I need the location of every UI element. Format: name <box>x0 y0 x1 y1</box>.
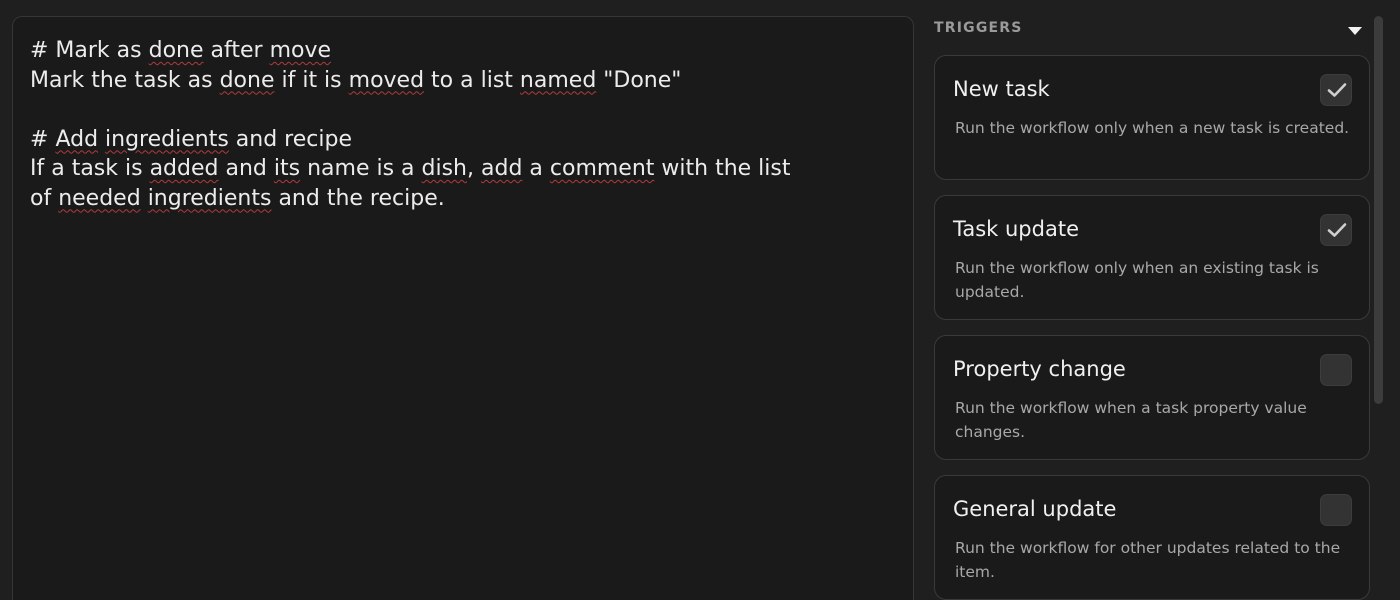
misspelled-word: dish <box>421 156 467 181</box>
trigger-title: New task <box>953 77 1050 101</box>
editor-text: a <box>522 156 550 181</box>
editor-content[interactable]: # Mark as done after move Mark the task a… <box>30 36 896 213</box>
editor-text: # Mark as <box>30 38 149 63</box>
editor-text: Mark the task as <box>30 67 220 93</box>
editor-line: of needed ingredients and the recipe. <box>30 184 896 214</box>
trigger-title: General update <box>953 497 1117 521</box>
editor-line: Mark the task as done if it is moved to … <box>30 66 896 96</box>
misspelled-word: Add <box>55 126 99 152</box>
caret-down-icon[interactable] <box>1348 27 1362 35</box>
trigger-description: Run the workflow only when a new task is… <box>955 119 1350 137</box>
editor-text: If a task is <box>30 156 150 181</box>
trigger-description: Run the workflow only when an existing t… <box>955 259 1319 301</box>
trigger-checkbox[interactable] <box>1320 354 1352 386</box>
misspelled-word: ingredients <box>105 126 229 152</box>
editor-text: and the recipe. <box>271 185 445 211</box>
trigger-checkbox-checked[interactable] <box>1320 74 1352 106</box>
misspelled-word: moved <box>348 67 425 93</box>
misspelled-word: comment <box>549 156 655 181</box>
trigger-card-new-task[interactable]: New task Run the workflow only when a ne… <box>934 55 1370 180</box>
editor-text: if it is <box>274 67 349 93</box>
editor-text: and recipe <box>228 126 352 152</box>
checkmark-icon <box>1327 83 1347 97</box>
scrollbar-thumb[interactable] <box>1374 16 1383 404</box>
misspelled-word: done <box>148 38 204 63</box>
editor-text: of <box>30 185 59 211</box>
misspelled-word: its <box>273 156 301 181</box>
editor-text <box>141 186 148 211</box>
misspelled-word: done <box>219 67 275 93</box>
checkmark-icon <box>1327 223 1347 237</box>
editor-text: after <box>203 38 270 63</box>
editor-text: "Done" <box>596 67 682 93</box>
editor-text: with the list <box>654 156 791 181</box>
prompt-editor[interactable]: # Mark as done after move Mark the task a… <box>12 16 914 600</box>
misspelled-word: move <box>269 38 332 63</box>
trigger-title: Property change <box>953 357 1126 381</box>
trigger-card-task-update[interactable]: Task update Run the workflow only when a… <box>934 195 1370 320</box>
editor-text: to a list <box>424 67 520 93</box>
trigger-checkbox[interactable] <box>1320 494 1352 526</box>
editor-text: # <box>30 126 56 152</box>
misspelled-word: needed <box>58 185 141 211</box>
trigger-title: Task update <box>953 217 1079 241</box>
misspelled-word: add <box>481 156 523 181</box>
trigger-checkbox-checked[interactable] <box>1320 214 1352 246</box>
editor-line: If a task is added and its name is a dis… <box>30 154 896 184</box>
triggers-header[interactable]: TRIGGERS <box>934 20 1370 40</box>
editor-line: # Mark as done after move <box>30 36 896 66</box>
trigger-description: Run the workflow when a task property va… <box>955 399 1307 441</box>
app-root: # Mark as done after move Mark the task a… <box>0 0 1400 600</box>
trigger-description: Run the workflow for other updates relat… <box>955 539 1341 581</box>
editor-line: # Add ingredients and recipe <box>30 125 896 155</box>
misspelled-word: named <box>519 67 597 93</box>
trigger-card-property-change[interactable]: Property change Run the workflow when a … <box>934 335 1370 460</box>
misspelled-word: added <box>149 156 219 181</box>
misspelled-word: ingredients <box>147 185 272 211</box>
trigger-card-general-update[interactable]: General update Run the workflow for othe… <box>934 475 1370 600</box>
editor-text: name is a <box>300 156 422 181</box>
editor-text: and <box>218 156 274 181</box>
triggers-title: TRIGGERS <box>934 20 1023 36</box>
triggers-panel: TRIGGERS New task Run the workflow only … <box>934 0 1370 600</box>
scrollbar[interactable] <box>1372 14 1384 600</box>
editor-text <box>98 127 105 152</box>
editor-text: , <box>467 156 481 181</box>
